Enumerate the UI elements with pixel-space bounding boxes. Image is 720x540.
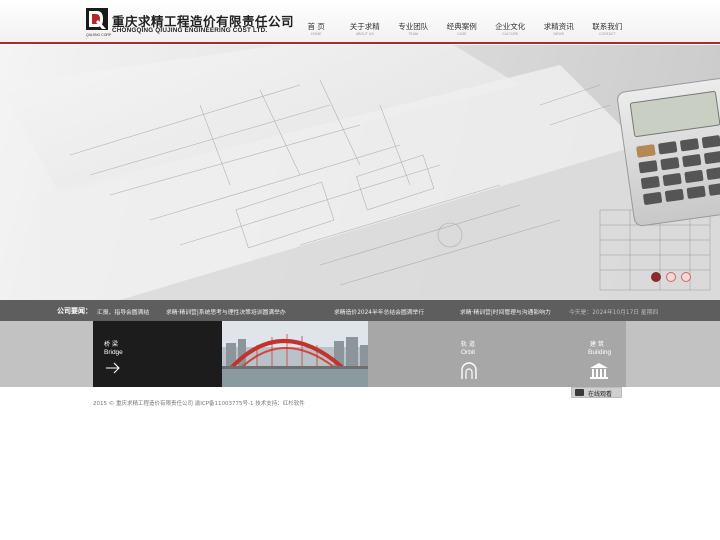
nav-item-team[interactable]: 专业团队 TEAM [389,22,438,44]
nav-label: 联系我们 [592,22,623,31]
tile-sublabel: Bridge [104,349,123,356]
nav-sublabel: TEAM [408,32,419,36]
news-ticker: 公司要闻： 汇报、指导会圆满结 求精·精训营|系统思考与理性决策培训圆满举办 求… [0,300,720,321]
slider-dot[interactable] [681,272,691,282]
nav-item-news[interactable]: 求精资讯 NEWS [535,22,584,44]
tunnel-icon [461,362,477,379]
news-item[interactable]: 汇报、指导会圆满结 [97,307,149,316]
category-tile-building[interactable]: 建筑 Building [498,321,626,387]
slider-dot[interactable] [666,272,676,282]
building-icon [590,363,608,379]
nav-item-about[interactable]: 关于求精 ABOUT US [341,22,390,44]
slider-dots [651,272,691,282]
nav-label: 首 页 [307,22,325,31]
nav-label: 专业团队 [398,22,429,31]
nav-item-contact[interactable]: 联系我们 CONTACT [583,22,632,44]
news-label: 公司要闻： [57,307,92,315]
tile-label: 建筑 [590,341,607,348]
news-item[interactable]: 求精·精训营|系统思考与理性决策培训圆满举办 [166,307,286,316]
logo-sub-text: QIUJING CORP [86,33,112,37]
logo-english-name: CHONGQING QIUJING ENGINEERING COST LTD. [112,27,268,34]
footer-copyright: 2015 © 重庆求精工程造价有限责任公司 渝ICP备11003775号-1 技… [93,401,305,407]
nav-sublabel: CULTURE [502,32,519,36]
tile-sublabel: Orbit [461,349,476,356]
nav-item-case[interactable]: 经典案例 CASE [438,22,487,44]
bridge-photo-image [222,321,368,387]
current-date: 今天是：2024年10月17日 星期四 [569,310,659,316]
slider-dot[interactable] [651,272,661,282]
nav-sublabel: ABOUT US [355,32,374,36]
logo-mark-icon [86,8,108,30]
main-nav: 首 页 HOME 关于求精 ABOUT US 专业团队 TEAM 经典案例 CA… [292,22,632,44]
nav-label: 企业文化 [495,22,526,31]
online-video-button[interactable]: 在线观看 [571,387,622,398]
blueprint-calculator-image [0,45,720,300]
nav-sublabel: CASE [456,32,467,36]
category-tile-bridge[interactable]: 桥梁 Bridge [93,321,222,387]
site-header: QIUJING CORP 重庆求精工程造价有限责任公司 CHONGQING QI… [0,0,720,44]
nav-item-home[interactable]: 首 页 HOME [292,22,341,44]
nav-label: 经典案例 [446,22,477,31]
category-tile-orbit[interactable]: 轨道 Orbit [368,321,498,387]
tile-sublabel: Building [588,349,612,356]
video-label: 在线观看 [588,391,613,398]
nav-label: 求精资讯 [543,22,574,31]
nav-sublabel: HOME [311,32,322,36]
tile-label: 轨道 [461,341,478,348]
video-icon [575,389,584,396]
news-item[interactable]: 求精造价2024半年总结会圆满举行 [334,307,424,316]
news-item[interactable]: 求精·精训营|时间管理与沟通影响力 [460,307,551,316]
nav-sublabel: CONTACT [598,32,616,36]
arrow-right-icon [106,362,120,374]
nav-item-culture[interactable]: 企业文化 CULTURE [486,22,535,44]
bridge-photo [222,321,368,387]
nav-sublabel: NEWS [553,32,565,36]
hero-banner [0,45,720,300]
nav-label: 关于求精 [349,22,380,31]
tile-label: 桥梁 [104,341,121,348]
company-logo[interactable]: QIUJING CORP 重庆求精工程造价有限责任公司 CHONGQING QI… [86,8,294,38]
